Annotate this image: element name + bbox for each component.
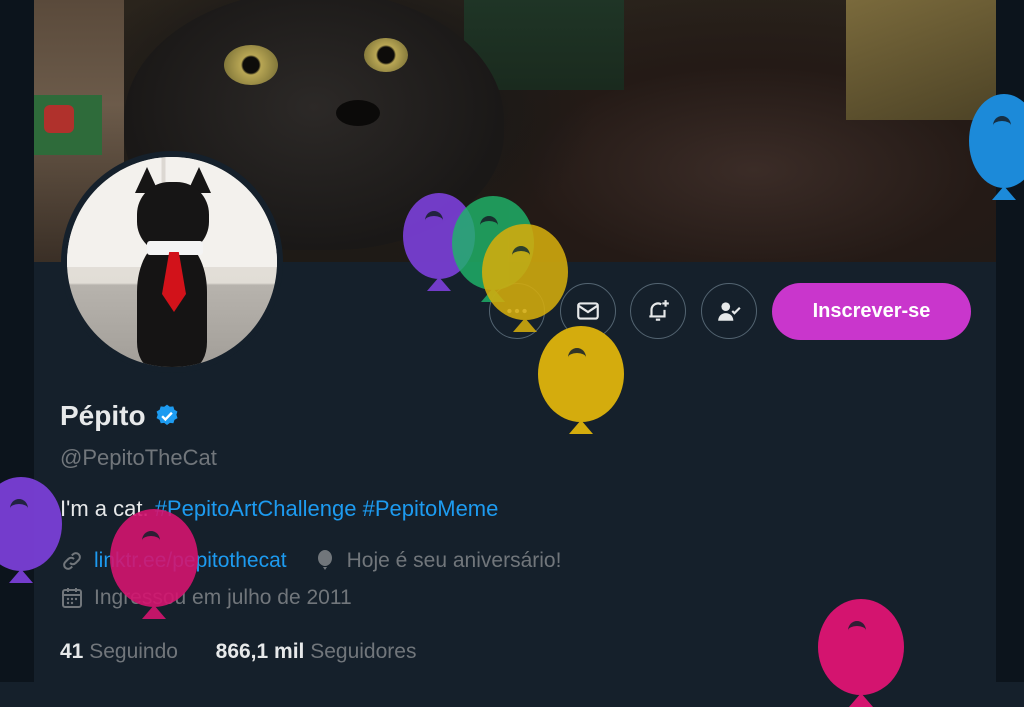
name-row: Pépito bbox=[60, 400, 180, 432]
balloon-shine bbox=[568, 348, 586, 367]
balloon-shine bbox=[142, 531, 160, 550]
birthday-balloon bbox=[818, 599, 904, 707]
followers-label: Seguidores bbox=[310, 640, 417, 663]
banner-cat-eye bbox=[224, 45, 278, 85]
follow-stats: 41 Seguindo 866,1 mil Seguidores bbox=[60, 640, 416, 664]
balloon-shine bbox=[512, 246, 530, 265]
balloon-shine bbox=[848, 621, 866, 640]
balloon-knot bbox=[427, 277, 451, 291]
birthday-balloon bbox=[0, 477, 62, 583]
profile-avatar[interactable] bbox=[61, 151, 283, 373]
balloon-knot bbox=[849, 693, 873, 707]
balloon-knot bbox=[142, 605, 166, 619]
balloon-shine bbox=[480, 216, 498, 235]
bio-hashtag[interactable]: #PepitoMeme bbox=[363, 496, 499, 521]
banner-cat-nose bbox=[336, 100, 380, 126]
birthday-balloon bbox=[482, 224, 568, 332]
balloon-knot bbox=[569, 420, 593, 434]
banner-cat-eye bbox=[364, 38, 408, 72]
bio-hashtag[interactable]: #PepitoArtChallenge bbox=[155, 496, 357, 521]
profile-meta-row: Ingressou em julho de 2011 bbox=[60, 586, 352, 610]
banner-gift bbox=[34, 95, 102, 155]
mail-icon bbox=[577, 302, 599, 320]
bell-plus-icon bbox=[649, 300, 669, 321]
following-link[interactable]: 41 Seguindo bbox=[60, 640, 178, 663]
profile-handle: @PepitoTheCat bbox=[60, 445, 217, 470]
banner-wall bbox=[846, 0, 996, 120]
verified-icon[interactable] bbox=[154, 403, 180, 429]
followers-count: 866,1 mil bbox=[215, 640, 305, 663]
subscribe-button[interactable]: Inscrever-se bbox=[772, 283, 971, 340]
following-count: 41 bbox=[60, 640, 84, 663]
balloon-knot bbox=[513, 318, 537, 332]
notify-button[interactable] bbox=[630, 283, 686, 339]
display-name: Pépito bbox=[60, 400, 146, 431]
balloon-shine bbox=[425, 211, 443, 230]
follow-status-button[interactable] bbox=[701, 283, 757, 339]
balloon-knot bbox=[992, 186, 1016, 200]
calendar-icon bbox=[62, 588, 82, 608]
followers-link[interactable]: 866,1 mil Seguidores bbox=[216, 640, 417, 663]
user-check-icon bbox=[718, 302, 741, 321]
profile-bio: I'm a cat. #PepitoArtChallenge #PepitoMe… bbox=[60, 496, 498, 522]
balloon-knot bbox=[9, 569, 33, 583]
balloon-shine bbox=[10, 499, 28, 518]
balloon-icon bbox=[317, 550, 332, 570]
avatar-photo bbox=[67, 157, 277, 367]
link-icon bbox=[63, 552, 81, 570]
following-label: Seguindo bbox=[89, 640, 178, 663]
birthday-text: Hoje é seu aniversário! bbox=[346, 549, 562, 572]
birthday-balloon bbox=[110, 509, 198, 619]
birthday-balloon bbox=[538, 326, 624, 434]
balloon-shine bbox=[993, 116, 1011, 135]
